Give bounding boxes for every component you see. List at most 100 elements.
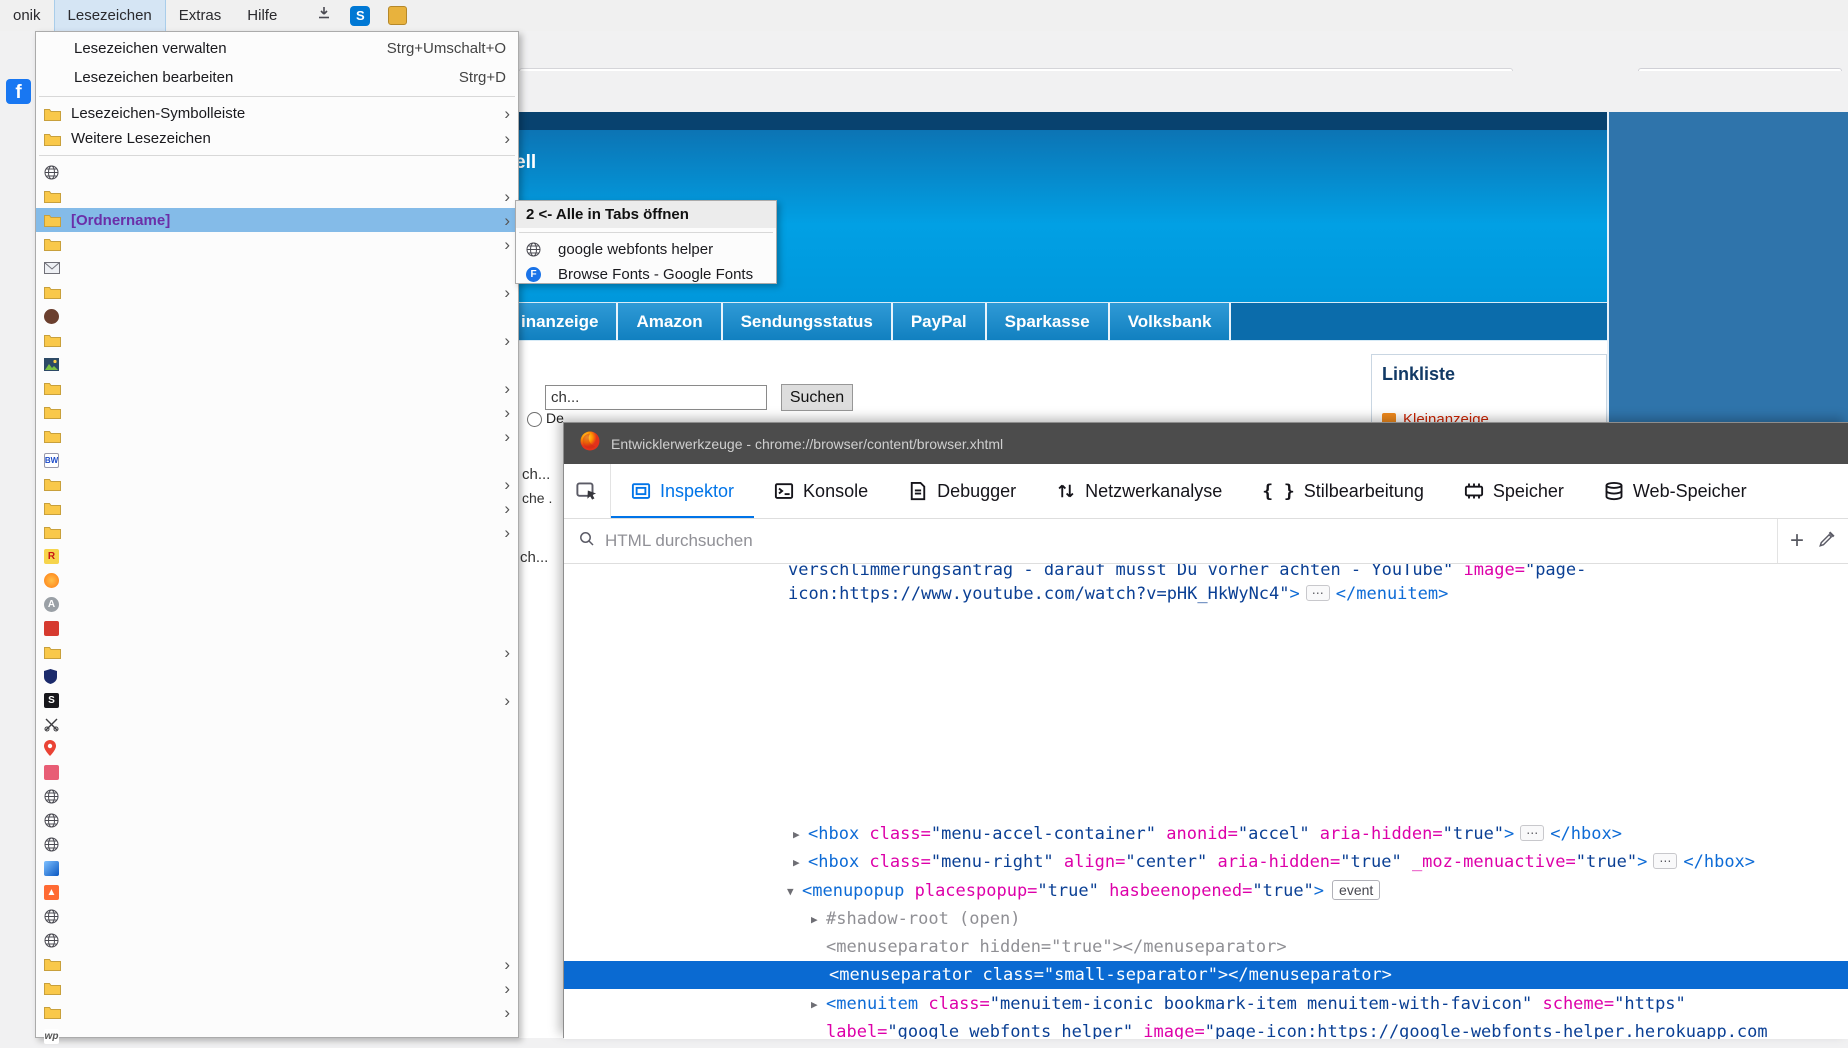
menubar-item-lesezeichen[interactable]: Lesezeichen xyxy=(54,0,166,32)
page-nav-item[interactable]: Sendungsstatus xyxy=(723,303,893,340)
bookmark-menu-item[interactable] xyxy=(36,784,518,808)
bookmark-menu-item[interactable] xyxy=(36,760,518,784)
event-badge[interactable]: event xyxy=(1332,880,1380,900)
s-extension-icon[interactable]: S xyxy=(350,6,370,26)
extension-icon[interactable] xyxy=(388,6,407,25)
markup-line[interactable]: ▶#shadow-root (open) xyxy=(564,905,1848,933)
bookmark-menu-item[interactable] xyxy=(36,904,518,928)
bookmark-menu-item[interactable]: › xyxy=(36,376,518,400)
collapsed-children-badge[interactable]: ⋯ xyxy=(1306,585,1330,601)
page-nav-item[interactable]: inanzeige xyxy=(503,303,618,340)
debugger-icon xyxy=(908,481,928,501)
markup-line[interactable]: <menuseparator class="small-separator"><… xyxy=(564,961,1848,989)
markup-line[interactable]: ▶<hbox class="menu-accel-container" anon… xyxy=(564,820,1848,848)
menu-item-bookmarks-toolbar-folder[interactable]: Lesezeichen-Symbolleiste › xyxy=(36,101,518,126)
pick-element-button[interactable] xyxy=(564,464,611,518)
add-node-icon[interactable]: + xyxy=(1790,529,1804,553)
bookmark-menu-item[interactable]: › xyxy=(36,520,518,544)
markup-line[interactable]: ▶<hbox class="menu-right" align="center"… xyxy=(564,848,1848,876)
devtools-tab-netzwerkanalyse[interactable]: Netzwerkanalyse xyxy=(1036,464,1242,518)
bookmark-menu-item[interactable]: ▲ xyxy=(36,880,518,904)
devtools-tab-stilbearbeitung[interactable]: { }Stilbearbeitung xyxy=(1242,464,1444,518)
page-nav-item[interactable]: PayPal xyxy=(893,303,987,340)
expand-twisty-icon[interactable]: ▶ xyxy=(793,821,800,849)
bookmark-menu-item[interactable] xyxy=(36,832,518,856)
bookmark-menu-item[interactable]: › xyxy=(36,232,518,256)
bookmark-menu-item[interactable] xyxy=(36,712,518,736)
page-search-input[interactable] xyxy=(545,385,767,410)
devtools-titlebar[interactable]: Entwicklerwerkzeuge - chrome://browser/c… xyxy=(564,423,1848,464)
devtools-tab-web-speicher[interactable]: Web-Speicher xyxy=(1584,464,1767,518)
menu-item-edit-bookmark[interactable]: Lesezeichen bearbeiten Strg+D xyxy=(36,63,518,92)
bookmark-menu-item[interactable]: [Ordnername]› xyxy=(36,208,518,232)
markup-line[interactable]: icon:https://www.youtube.com/watch?v=pHK… xyxy=(564,580,1848,608)
bookmark-menu-item[interactable]: wp xyxy=(36,1024,518,1048)
page-nav-item[interactable]: Volksbank xyxy=(1110,303,1232,340)
bookmark-menu-item[interactable] xyxy=(36,928,518,952)
page-nav-item[interactable]: Amazon xyxy=(618,303,722,340)
expand-twisty-icon[interactable]: ▶ xyxy=(811,991,818,1019)
bookmark-menu-item[interactable]: › xyxy=(36,280,518,304)
submenu-bookmark-item[interactable]: google webfonts helper xyxy=(516,237,776,262)
devtools-tab-inspektor[interactable]: Inspektor xyxy=(611,464,754,518)
menubar-item-onik[interactable]: onik xyxy=(0,0,54,31)
scissors-icon xyxy=(44,717,68,732)
expand-twisty-icon[interactable]: ▶ xyxy=(811,906,818,934)
bookmark-menu-item[interactable] xyxy=(36,160,518,184)
download-icon[interactable] xyxy=(316,5,332,26)
bookmark-menu-item[interactable]: › xyxy=(36,496,518,520)
bookmark-menu-item[interactable]: A xyxy=(36,592,518,616)
bookmark-menu-item[interactable]: R xyxy=(36,544,518,568)
bookmark-menu-item[interactable] xyxy=(36,304,518,328)
eyedropper-icon[interactable] xyxy=(1818,530,1836,553)
bookmark-menu-item[interactable]: › xyxy=(36,472,518,496)
bookmark-menu-item[interactable]: › xyxy=(36,184,518,208)
bookmark-menu-item[interactable]: BW xyxy=(36,448,518,472)
menubar-item-hilfe[interactable]: Hilfe xyxy=(234,0,290,31)
menu-item-other-bookmarks-folder[interactable]: Weitere Lesezeichen › xyxy=(36,126,518,151)
page-radio-button[interactable] xyxy=(527,412,542,427)
bookmark-menu-item[interactable] xyxy=(36,664,518,688)
menu-item-shortcut: Strg+D xyxy=(459,69,506,86)
markup-line[interactable]: label="google webfonts helper" image="pa… xyxy=(564,1018,1848,1039)
bookmark-menu-item[interactable]: › xyxy=(36,400,518,424)
expand-twisty-icon[interactable]: ▼ xyxy=(787,878,794,906)
globe-icon xyxy=(44,909,68,924)
bookmark-menu-item[interactable]: › xyxy=(36,952,518,976)
bookmark-menu-item[interactable] xyxy=(36,736,518,760)
markup-line[interactable]: <menuseparator hidden="true"></menusepar… xyxy=(564,933,1848,961)
bookmark-folder-label: [Ordnername] xyxy=(71,212,170,229)
devtools-tab-konsole[interactable]: Konsole xyxy=(754,464,888,518)
bookmark-menu-item[interactable]: › xyxy=(36,976,518,1000)
bookmark-menu-item[interactable]: › xyxy=(36,640,518,664)
bookmark-menu-item[interactable] xyxy=(36,568,518,592)
bookmark-menu-item[interactable] xyxy=(36,616,518,640)
bookmark-menu-item[interactable] xyxy=(36,256,518,280)
expand-twisty-icon[interactable]: ▶ xyxy=(793,849,800,877)
devtools-tab-debugger[interactable]: Debugger xyxy=(888,464,1036,518)
markup-line-text: <menuseparator class="small-separator"><… xyxy=(829,961,1392,989)
markup-line[interactable]: ▶<menuitem class="menuitem-iconic bookma… xyxy=(564,990,1848,1018)
facebook-bookmark-icon[interactable]: f xyxy=(6,79,31,104)
page-search-button[interactable]: Suchen xyxy=(781,384,853,411)
submenu-open-all-item[interactable]: 2 <- Alle in Tabs öffnen xyxy=(516,201,776,228)
bookmark-menu-item[interactable] xyxy=(36,352,518,376)
menu-item-manage-bookmarks[interactable]: Lesezeichen verwalten Strg+Umschalt+O xyxy=(36,34,518,63)
code-token: "true" xyxy=(1443,824,1504,844)
bookmark-menu-item[interactable]: › xyxy=(36,424,518,448)
blue-gradient-icon xyxy=(44,861,68,876)
bookmark-menu-item[interactable]: › xyxy=(36,1000,518,1024)
bookmark-menu-item[interactable]: › xyxy=(36,328,518,352)
submenu-bookmark-item[interactable]: FBrowse Fonts - Google Fonts xyxy=(516,262,776,287)
bookmark-menu-item[interactable]: S› xyxy=(36,688,518,712)
code-token: "page- xyxy=(1525,564,1586,580)
collapsed-children-badge[interactable]: ⋯ xyxy=(1653,853,1677,869)
devtools-tab-speicher[interactable]: Speicher xyxy=(1444,464,1584,518)
bookmark-menu-item[interactable] xyxy=(36,808,518,832)
bookmark-menu-item[interactable] xyxy=(36,856,518,880)
page-nav-item[interactable]: Sparkasse xyxy=(987,303,1110,340)
collapsed-children-badge[interactable]: ⋯ xyxy=(1520,825,1544,841)
html-search-input[interactable]: HTML durchsuchen xyxy=(605,531,1767,551)
menubar-item-extras[interactable]: Extras xyxy=(166,0,235,31)
markup-line[interactable]: ▼<menupopup placespopup="true" hasbeenop… xyxy=(564,877,1848,905)
